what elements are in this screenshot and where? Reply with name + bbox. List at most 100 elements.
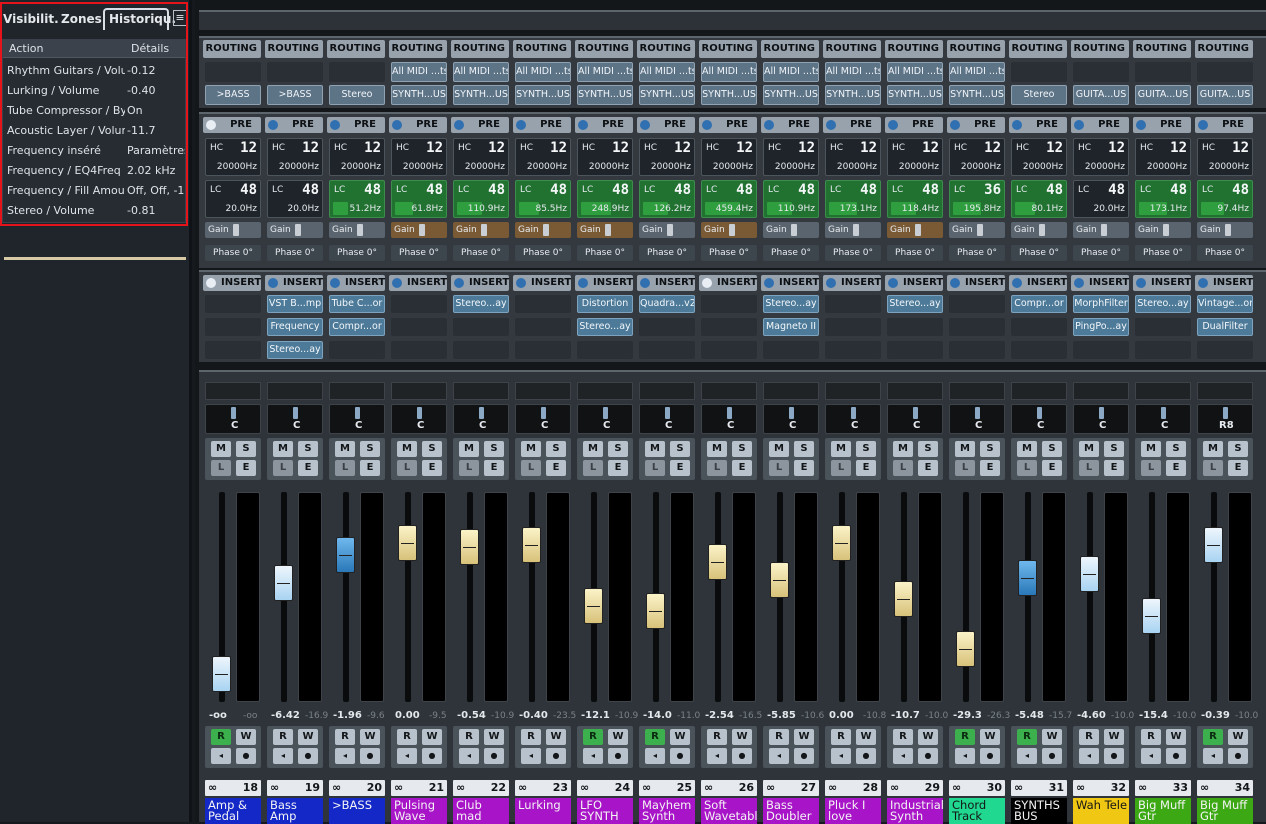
input-routing[interactable]: All MIDI ...ts [825, 62, 881, 82]
inserts-header[interactable]: INSERTS [637, 275, 695, 291]
edit-button[interactable]: E [670, 460, 690, 476]
routing-header[interactable]: ROUTING [823, 40, 881, 58]
inserts-header[interactable]: INSERTS [451, 275, 509, 291]
link-icon[interactable]: ∞ [518, 781, 527, 794]
output-routing[interactable]: GUITA...US [1197, 85, 1253, 105]
solo-button[interactable]: S [980, 441, 1000, 457]
channel-name-label[interactable]: Industrial Synth [887, 798, 943, 824]
output-routing[interactable]: GUITA...US [1073, 85, 1129, 105]
insert-slot-empty[interactable] [1135, 341, 1191, 359]
insert-slot-empty[interactable] [639, 341, 695, 359]
mute-button[interactable]: M [1141, 441, 1161, 457]
channel-name-label[interactable]: Lurking [515, 798, 571, 824]
high-cut-filter[interactable]: HC 12 20000Hz [639, 138, 695, 176]
insert-slot-empty[interactable] [205, 341, 261, 359]
volume-value[interactable]: -14.0 [643, 710, 672, 721]
output-routing[interactable]: SYNTH...US [391, 85, 447, 105]
history-row[interactable]: Frequency / Fill Amount Off, Off, -1 [3, 181, 185, 201]
insert-slot-empty[interactable] [701, 295, 757, 313]
channel-name-label[interactable]: Pluck I love [825, 798, 881, 824]
pan-indicator[interactable] [851, 407, 856, 419]
insert-slot-empty[interactable] [1073, 341, 1129, 359]
channel-name-field[interactable] [577, 382, 633, 400]
link-icon[interactable]: ∞ [704, 781, 713, 794]
insert-slot-empty[interactable] [1197, 341, 1253, 359]
inserts-header[interactable]: INSERTS [823, 275, 881, 291]
mute-button[interactable]: M [459, 441, 479, 457]
high-cut-filter[interactable]: HC 12 20000Hz [391, 138, 447, 176]
tab-visibility[interactable]: Visibilit. [3, 8, 59, 30]
channel-name-label[interactable]: Bass Doubler [763, 798, 819, 824]
monitor-icon[interactable]: ◂ [1079, 748, 1099, 764]
history-current-marker[interactable] [4, 257, 186, 260]
solo-button[interactable]: S [794, 441, 814, 457]
record-icon[interactable]: ● [918, 748, 938, 764]
high-cut-filter[interactable]: HC 12 20000Hz [515, 138, 571, 176]
pan-control[interactable]: C [515, 404, 571, 434]
inserts-bypass-icon[interactable] [888, 278, 898, 288]
output-routing[interactable]: SYNTH...US [825, 85, 881, 105]
gain-knob[interactable] [853, 224, 859, 236]
listen-button[interactable]: L [521, 460, 541, 476]
input-routing[interactable]: All MIDI ...ts [887, 62, 943, 82]
input-routing[interactable]: All MIDI ...ts [515, 62, 571, 82]
volume-value[interactable]: -0.54 [457, 710, 486, 721]
pan-control[interactable]: C [825, 404, 881, 434]
link-icon[interactable]: ∞ [456, 781, 465, 794]
solo-button[interactable]: S [298, 441, 318, 457]
link-icon[interactable]: ∞ [580, 781, 589, 794]
gain-control[interactable]: Gain [1197, 222, 1253, 238]
monitor-icon[interactable]: ◂ [831, 748, 851, 764]
pan-control[interactable]: C [1135, 404, 1191, 434]
monitor-icon[interactable]: ◂ [955, 748, 975, 764]
pre-header[interactable]: PRE [1133, 117, 1191, 133]
output-routing[interactable]: SYNTH...US [763, 85, 819, 105]
insert-slot-empty[interactable] [949, 318, 1005, 336]
mute-button[interactable]: M [893, 441, 913, 457]
phase-button[interactable]: Phase 0° [949, 245, 1005, 261]
volume-value[interactable]: 0.00 [395, 710, 420, 721]
monitor-icon[interactable]: ◂ [397, 748, 417, 764]
record-icon[interactable]: ● [422, 748, 442, 764]
phase-button[interactable]: Phase 0° [763, 245, 819, 261]
gain-control[interactable]: Gain [949, 222, 1005, 238]
low-cut-filter[interactable]: LC 48 51.2Hz [329, 180, 385, 218]
menu-icon[interactable]: ≡ [173, 10, 187, 26]
listen-button[interactable]: L [397, 460, 417, 476]
inserts-header[interactable]: INSERTS [1133, 275, 1191, 291]
low-cut-filter[interactable]: LC 48 126.2Hz [639, 180, 695, 218]
record-icon[interactable]: ● [236, 748, 256, 764]
volume-fader[interactable] [708, 544, 727, 580]
pre-header[interactable]: PRE [1195, 117, 1253, 133]
pan-indicator[interactable] [789, 407, 794, 419]
write-automation-button[interactable]: W [980, 729, 1000, 745]
monitor-icon[interactable]: ◂ [273, 748, 293, 764]
monitor-icon[interactable]: ◂ [521, 748, 541, 764]
pan-indicator[interactable] [1161, 407, 1166, 419]
routing-header[interactable]: ROUTING [203, 40, 261, 58]
volume-fader[interactable] [1142, 598, 1161, 634]
pan-control[interactable]: C [1011, 404, 1067, 434]
solo-button[interactable]: S [1104, 441, 1124, 457]
channel-name-label[interactable]: Wah Tele [1073, 798, 1129, 824]
phase-button[interactable]: Phase 0° [391, 245, 447, 261]
routing-header[interactable]: ROUTING [1071, 40, 1129, 58]
record-icon[interactable]: ● [980, 748, 1000, 764]
pre-header[interactable]: PRE [823, 117, 881, 133]
listen-button[interactable]: L [459, 460, 479, 476]
record-icon[interactable]: ● [546, 748, 566, 764]
low-cut-filter[interactable]: LC 48 20.0Hz [1073, 180, 1129, 218]
listen-button[interactable]: L [769, 460, 789, 476]
insert-slot[interactable]: Stereo...ay [1135, 295, 1191, 313]
pre-bypass-icon[interactable] [950, 120, 960, 130]
volume-value[interactable]: -10.7 [891, 710, 920, 721]
channel-name-field[interactable] [1073, 382, 1129, 400]
write-automation-button[interactable]: W [918, 729, 938, 745]
edit-button[interactable]: E [236, 460, 256, 476]
monitor-icon[interactable]: ◂ [645, 748, 665, 764]
input-routing-empty[interactable] [1073, 62, 1129, 82]
input-routing[interactable]: All MIDI ...ts [577, 62, 633, 82]
pre-header[interactable]: PRE [699, 117, 757, 133]
high-cut-filter[interactable]: HC 12 20000Hz [887, 138, 943, 176]
solo-button[interactable]: S [236, 441, 256, 457]
